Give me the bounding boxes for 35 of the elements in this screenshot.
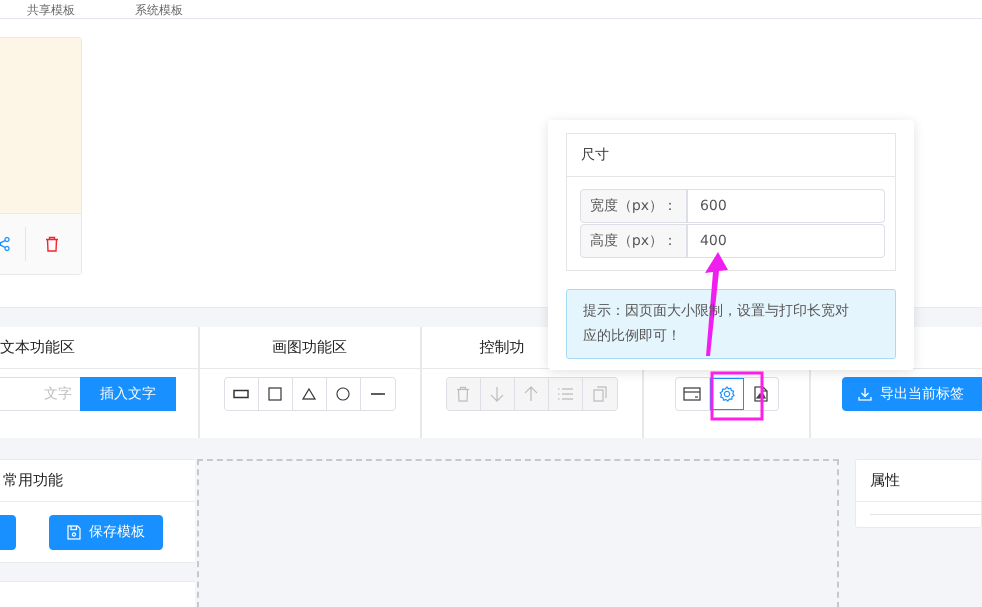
section-title: 画图功能区 bbox=[272, 338, 348, 357]
triangle-icon bbox=[302, 388, 316, 400]
field-label: 高度（px）： bbox=[580, 224, 687, 258]
save-template-button[interactable]: 保存模板 bbox=[49, 514, 163, 550]
section-title: 尺寸 bbox=[581, 146, 609, 164]
up-arrow-icon bbox=[524, 386, 538, 402]
circle-icon bbox=[336, 386, 350, 400]
image-file-icon bbox=[754, 386, 768, 402]
panel-title: 常用功能 bbox=[3, 471, 63, 490]
save-icon bbox=[67, 524, 81, 540]
section-title: 文本功能区 bbox=[0, 338, 75, 357]
input-field[interactable]: 600 bbox=[687, 189, 885, 223]
rectangle-icon bbox=[233, 388, 250, 398]
line-icon bbox=[370, 392, 385, 396]
trash-icon bbox=[456, 386, 470, 402]
down-arrow-icon bbox=[490, 386, 504, 402]
square-icon bbox=[268, 386, 282, 400]
highlight-frame bbox=[710, 372, 764, 420]
download-icon bbox=[858, 386, 872, 400]
settings-icon bbox=[718, 386, 735, 402]
section-title: 控制功 bbox=[479, 338, 524, 357]
trash-icon[interactable] bbox=[45, 236, 59, 252]
export-button[interactable]: 导出当前标签 bbox=[842, 376, 982, 410]
card-tool-button[interactable] bbox=[676, 378, 710, 410]
tab[interactable]: 系统模板 bbox=[135, 2, 183, 18]
insert-text-button[interactable]: 插入文字 bbox=[80, 376, 176, 410]
panel-title: 属性 bbox=[870, 471, 900, 490]
list-icon bbox=[557, 386, 574, 400]
rectangle-tool-button[interactable] bbox=[224, 378, 259, 410]
input-field[interactable]: 文字 bbox=[0, 376, 80, 410]
tab[interactable]: 共享模板 bbox=[27, 2, 75, 18]
field-label: 宽度（px）： bbox=[580, 189, 687, 223]
input-field[interactable]: 400 bbox=[687, 224, 885, 258]
card-icon bbox=[683, 386, 702, 400]
copy-icon bbox=[592, 386, 607, 402]
